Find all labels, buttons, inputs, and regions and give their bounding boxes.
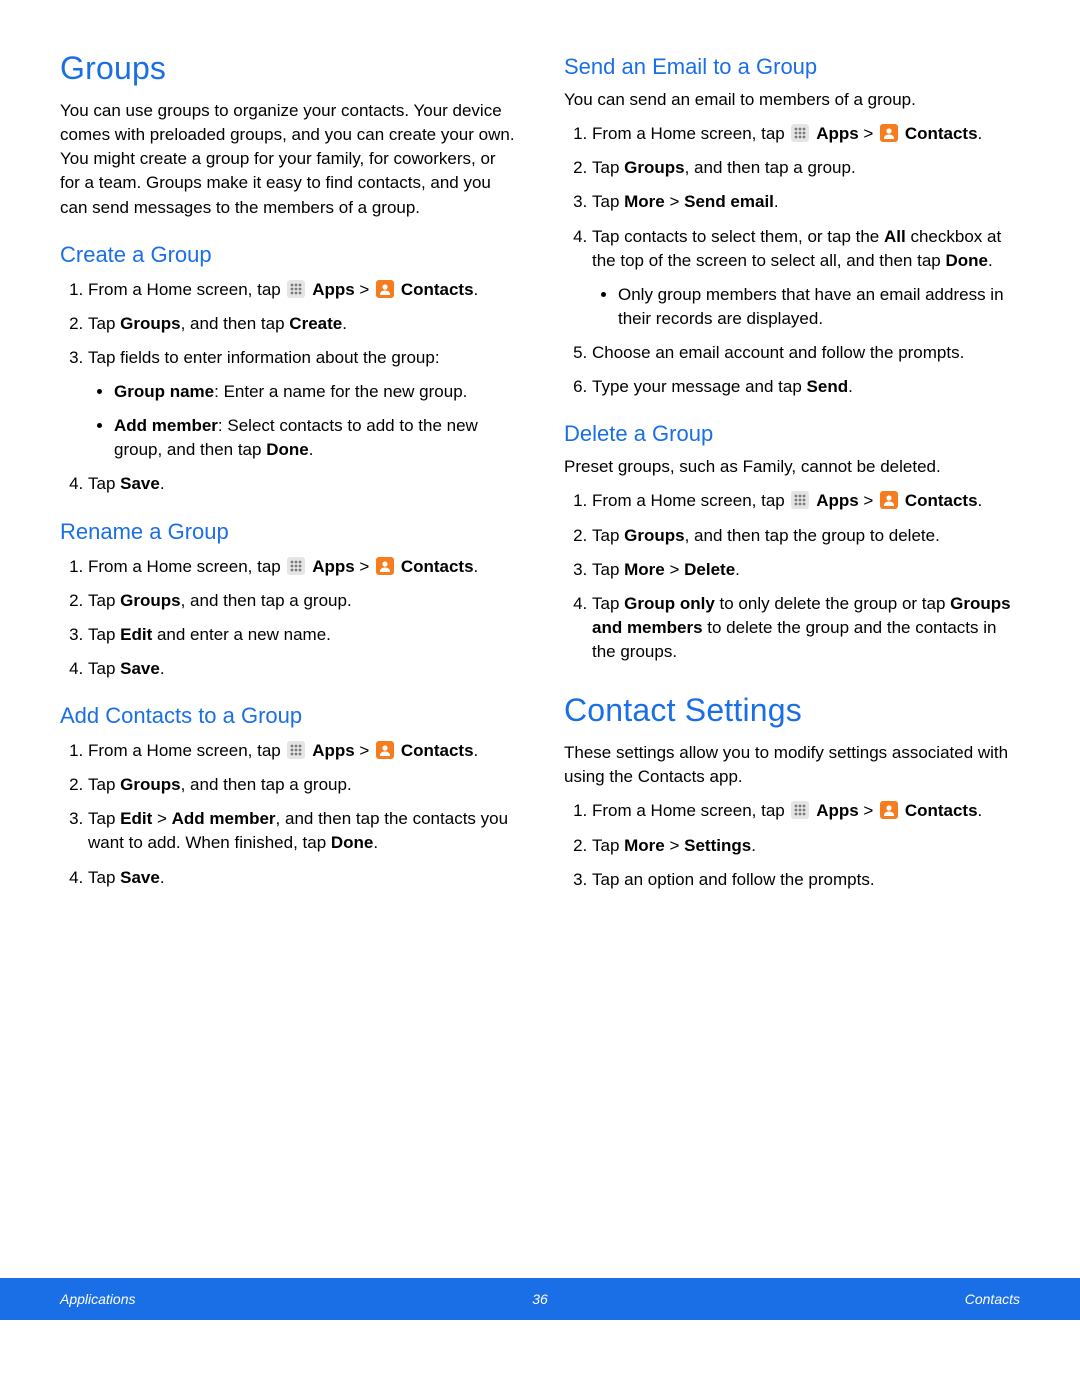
heading-rename-group: Rename a Group — [60, 519, 516, 545]
contacts-icon — [880, 491, 898, 509]
contacts-icon — [880, 801, 898, 819]
step: Tap Edit > Add member, and then tap the … — [88, 807, 516, 855]
apps-icon — [791, 801, 809, 819]
bullet: Group name: Enter a name for the new gro… — [114, 380, 516, 404]
step: Tap Edit and enter a new name. — [88, 623, 516, 647]
step: From a Home screen, tap Apps > Contacts. — [592, 489, 1020, 513]
step: Tap an option and follow the prompts. — [592, 868, 1020, 892]
contacts-icon — [376, 280, 394, 298]
page-footer: Applications 36 Contacts — [0, 1278, 1080, 1320]
apps-icon — [287, 280, 305, 298]
send-intro: You can send an email to members of a gr… — [564, 88, 1020, 112]
step: Tap Save. — [88, 866, 516, 890]
contacts-icon — [880, 124, 898, 142]
heading-add-contacts: Add Contacts to a Group — [60, 703, 516, 729]
steps-add-contacts: From a Home screen, tap Apps > Contacts.… — [60, 739, 516, 890]
step: Tap Groups, and then tap the group to de… — [592, 524, 1020, 548]
footer-page-number: 36 — [380, 1291, 700, 1307]
step: Tap Groups, and then tap a group. — [592, 156, 1020, 180]
steps-delete-group: From a Home screen, tap Apps > Contacts.… — [564, 489, 1020, 664]
left-column: Groups You can use groups to organize yo… — [60, 50, 516, 902]
step: Type your message and tap Send. — [592, 375, 1020, 399]
footer-section: Applications — [60, 1291, 380, 1307]
step: Tap More > Send email. — [592, 190, 1020, 214]
step: From a Home screen, tap Apps > Contacts. — [592, 122, 1020, 146]
groups-intro: You can use groups to organize your cont… — [60, 99, 516, 220]
steps-send-email: From a Home screen, tap Apps > Contacts.… — [564, 122, 1020, 399]
contacts-icon — [376, 741, 394, 759]
step: Tap More > Delete. — [592, 558, 1020, 582]
step: Tap fields to enter information about th… — [88, 346, 516, 463]
bullet: Add member: Select contacts to add to th… — [114, 414, 516, 462]
step: From a Home screen, tap Apps > Contacts. — [88, 278, 516, 302]
bullet: Only group members that have an email ad… — [618, 283, 1020, 331]
step: Tap Group only to only delete the group … — [592, 592, 1020, 664]
step: Tap Groups, and then tap a group. — [88, 589, 516, 613]
heading-create-group: Create a Group — [60, 242, 516, 268]
step: Tap Groups, and then tap a group. — [88, 773, 516, 797]
settings-intro: These settings allow you to modify setti… — [564, 741, 1020, 789]
right-column: Send an Email to a Group You can send an… — [564, 50, 1020, 902]
apps-icon — [791, 491, 809, 509]
manual-page: Groups You can use groups to organize yo… — [0, 0, 1080, 1320]
contacts-icon — [376, 557, 394, 575]
steps-contact-settings: From a Home screen, tap Apps > Contacts.… — [564, 799, 1020, 891]
step: Tap contacts to select them, or tap the … — [592, 225, 1020, 332]
delete-intro: Preset groups, such as Family, cannot be… — [564, 455, 1020, 479]
apps-icon — [791, 124, 809, 142]
footer-topic: Contacts — [700, 1291, 1020, 1307]
heading-delete-group: Delete a Group — [564, 421, 1020, 447]
step: Choose an email account and follow the p… — [592, 341, 1020, 365]
steps-create-group: From a Home screen, tap Apps > Contacts.… — [60, 278, 516, 497]
heading-contact-settings: Contact Settings — [564, 692, 1020, 729]
apps-icon — [287, 741, 305, 759]
steps-rename-group: From a Home screen, tap Apps > Contacts.… — [60, 555, 516, 682]
heading-send-email: Send an Email to a Group — [564, 54, 1020, 80]
step: Tap More > Settings. — [592, 834, 1020, 858]
apps-icon — [287, 557, 305, 575]
step: From a Home screen, tap Apps > Contacts. — [88, 555, 516, 579]
step: Tap Save. — [88, 472, 516, 496]
step: Tap Save. — [88, 657, 516, 681]
step: Tap Groups, and then tap Create. — [88, 312, 516, 336]
step: From a Home screen, tap Apps > Contacts. — [592, 799, 1020, 823]
step: From a Home screen, tap Apps > Contacts. — [88, 739, 516, 763]
heading-groups: Groups — [60, 50, 516, 87]
